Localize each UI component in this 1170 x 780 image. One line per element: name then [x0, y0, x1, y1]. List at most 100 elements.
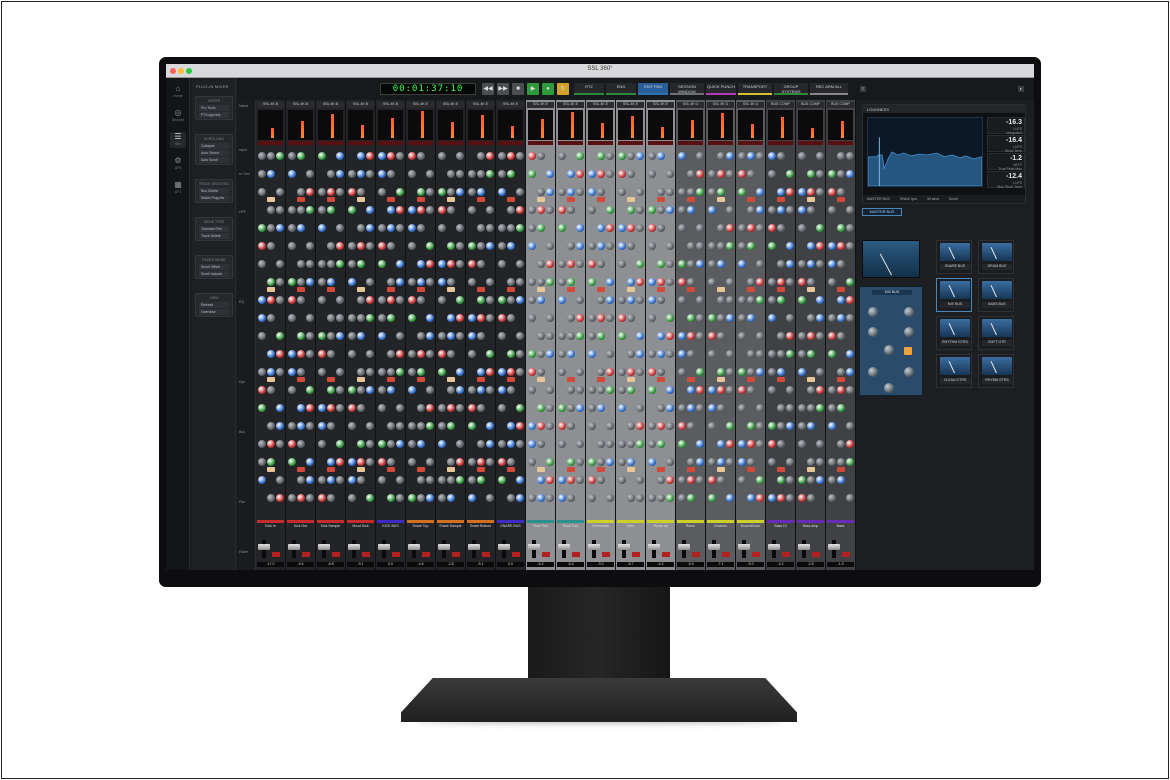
channel-knob[interactable] [846, 278, 854, 286]
channel-knob[interactable] [846, 314, 854, 322]
bus-tile[interactable]: CLEAN GTRS [936, 354, 972, 388]
channel-knob[interactable] [507, 494, 515, 502]
channel-knob[interactable] [426, 188, 434, 196]
channel-knob[interactable] [798, 350, 806, 358]
channel-knob[interactable] [657, 152, 665, 160]
channel-knob[interactable] [618, 224, 626, 232]
channel-knob[interactable] [438, 476, 446, 484]
mute-button[interactable] [692, 552, 700, 557]
channel-knob[interactable] [456, 170, 464, 178]
channel-knob[interactable] [588, 314, 596, 322]
channel-switch[interactable] [567, 467, 575, 472]
channel-knob[interactable] [426, 494, 434, 502]
transport-tab-3[interactable]: SESSION WINDOW [670, 83, 704, 95]
channel-knob[interactable] [447, 278, 455, 286]
channel-knob[interactable] [336, 458, 344, 466]
channel-knob[interactable] [468, 386, 476, 394]
channel-knob[interactable] [696, 458, 704, 466]
channel-knob[interactable] [408, 422, 416, 430]
channel-knob[interactable] [666, 476, 674, 484]
channel-knob[interactable] [678, 278, 686, 286]
channel-name[interactable]: Hats [617, 524, 644, 530]
channel-knob[interactable] [297, 296, 305, 304]
channel-knob[interactable] [837, 170, 845, 178]
channel-knob[interactable] [288, 386, 296, 394]
channel-knob[interactable] [486, 350, 494, 358]
channel-knob[interactable] [657, 260, 665, 268]
channel-knob[interactable] [546, 386, 554, 394]
channel-knob[interactable] [846, 242, 854, 250]
channel-knob[interactable] [837, 296, 845, 304]
channel-knob[interactable] [258, 332, 266, 340]
channel-knob[interactable] [447, 188, 455, 196]
channel-knob[interactable] [828, 404, 836, 412]
channel-knob[interactable] [618, 440, 626, 448]
channel-knob[interactable] [726, 152, 734, 160]
channel-knob[interactable] [516, 476, 524, 484]
channel-knob[interactable] [336, 404, 344, 412]
channel-knob[interactable] [756, 476, 764, 484]
channel-knob[interactable] [597, 188, 605, 196]
channel-switch[interactable] [507, 467, 515, 472]
channel-knob[interactable] [606, 152, 614, 160]
channel-knob[interactable] [726, 296, 734, 304]
fader-handle[interactable] [708, 544, 720, 550]
channel-knob[interactable] [348, 476, 356, 484]
channel-knob[interactable] [627, 224, 635, 232]
channel-knob[interactable] [468, 242, 476, 250]
channel-knob[interactable] [687, 170, 695, 178]
channel-switch[interactable] [357, 467, 365, 472]
channel-knob[interactable] [696, 242, 704, 250]
channel-switch[interactable] [837, 377, 845, 382]
channel-knob[interactable] [636, 440, 644, 448]
mute-button[interactable] [782, 552, 790, 557]
transport-tab-6[interactable]: GROUP SYSTEMS [774, 83, 808, 95]
channel-knob[interactable] [348, 350, 356, 358]
channel-knob[interactable] [408, 440, 416, 448]
channel-knob[interactable] [708, 278, 716, 286]
channel-knob[interactable] [408, 278, 416, 286]
channel-knob[interactable] [426, 170, 434, 178]
channel-knob[interactable] [297, 278, 305, 286]
channel-knob[interactable] [417, 422, 425, 430]
channel-knob[interactable] [267, 224, 275, 232]
channel-knob[interactable] [576, 440, 584, 448]
channel-switch[interactable] [267, 197, 275, 202]
window-expand-button[interactable]: ▸ [1018, 86, 1024, 92]
channel-knob[interactable] [336, 332, 344, 340]
channel-knob[interactable] [276, 260, 284, 268]
channel-knob[interactable] [516, 350, 524, 358]
channel-knob[interactable] [846, 224, 854, 232]
channel-knob[interactable] [417, 494, 425, 502]
channel-knob[interactable] [267, 386, 275, 394]
channel-knob[interactable] [726, 422, 734, 430]
channel-knob[interactable] [267, 494, 275, 502]
channel-knob[interactable] [576, 152, 584, 160]
channel-knob[interactable] [258, 260, 266, 268]
bus-tile[interactable]: BASS BUS [978, 278, 1014, 312]
channel-knob[interactable] [768, 242, 776, 250]
channel-knob[interactable] [756, 368, 764, 376]
channel-knob[interactable] [708, 170, 716, 178]
channel-knob[interactable] [768, 314, 776, 322]
channel-knob[interactable] [576, 476, 584, 484]
panel-option[interactable]: Bus Delete [199, 188, 229, 194]
channel-switch[interactable] [597, 287, 605, 292]
channel-knob[interactable] [708, 350, 716, 358]
fader-handle[interactable] [678, 544, 690, 550]
channel-knob[interactable] [657, 188, 665, 196]
channel-name[interactable]: Rack Tom [557, 524, 584, 530]
channel-knob[interactable] [297, 188, 305, 196]
channel-knob[interactable] [456, 224, 464, 232]
channel-knob[interactable] [777, 260, 785, 268]
channel-knob[interactable] [738, 260, 746, 268]
channel-knob[interactable] [297, 206, 305, 214]
channel-switch[interactable] [717, 467, 725, 472]
channel-knob[interactable] [627, 458, 635, 466]
channel-knob[interactable] [258, 458, 266, 466]
channel-knob[interactable] [738, 458, 746, 466]
channel-knob[interactable] [546, 332, 554, 340]
channel-knob[interactable] [288, 242, 296, 250]
channel-knob[interactable] [276, 206, 284, 214]
channel-knob[interactable] [327, 476, 335, 484]
